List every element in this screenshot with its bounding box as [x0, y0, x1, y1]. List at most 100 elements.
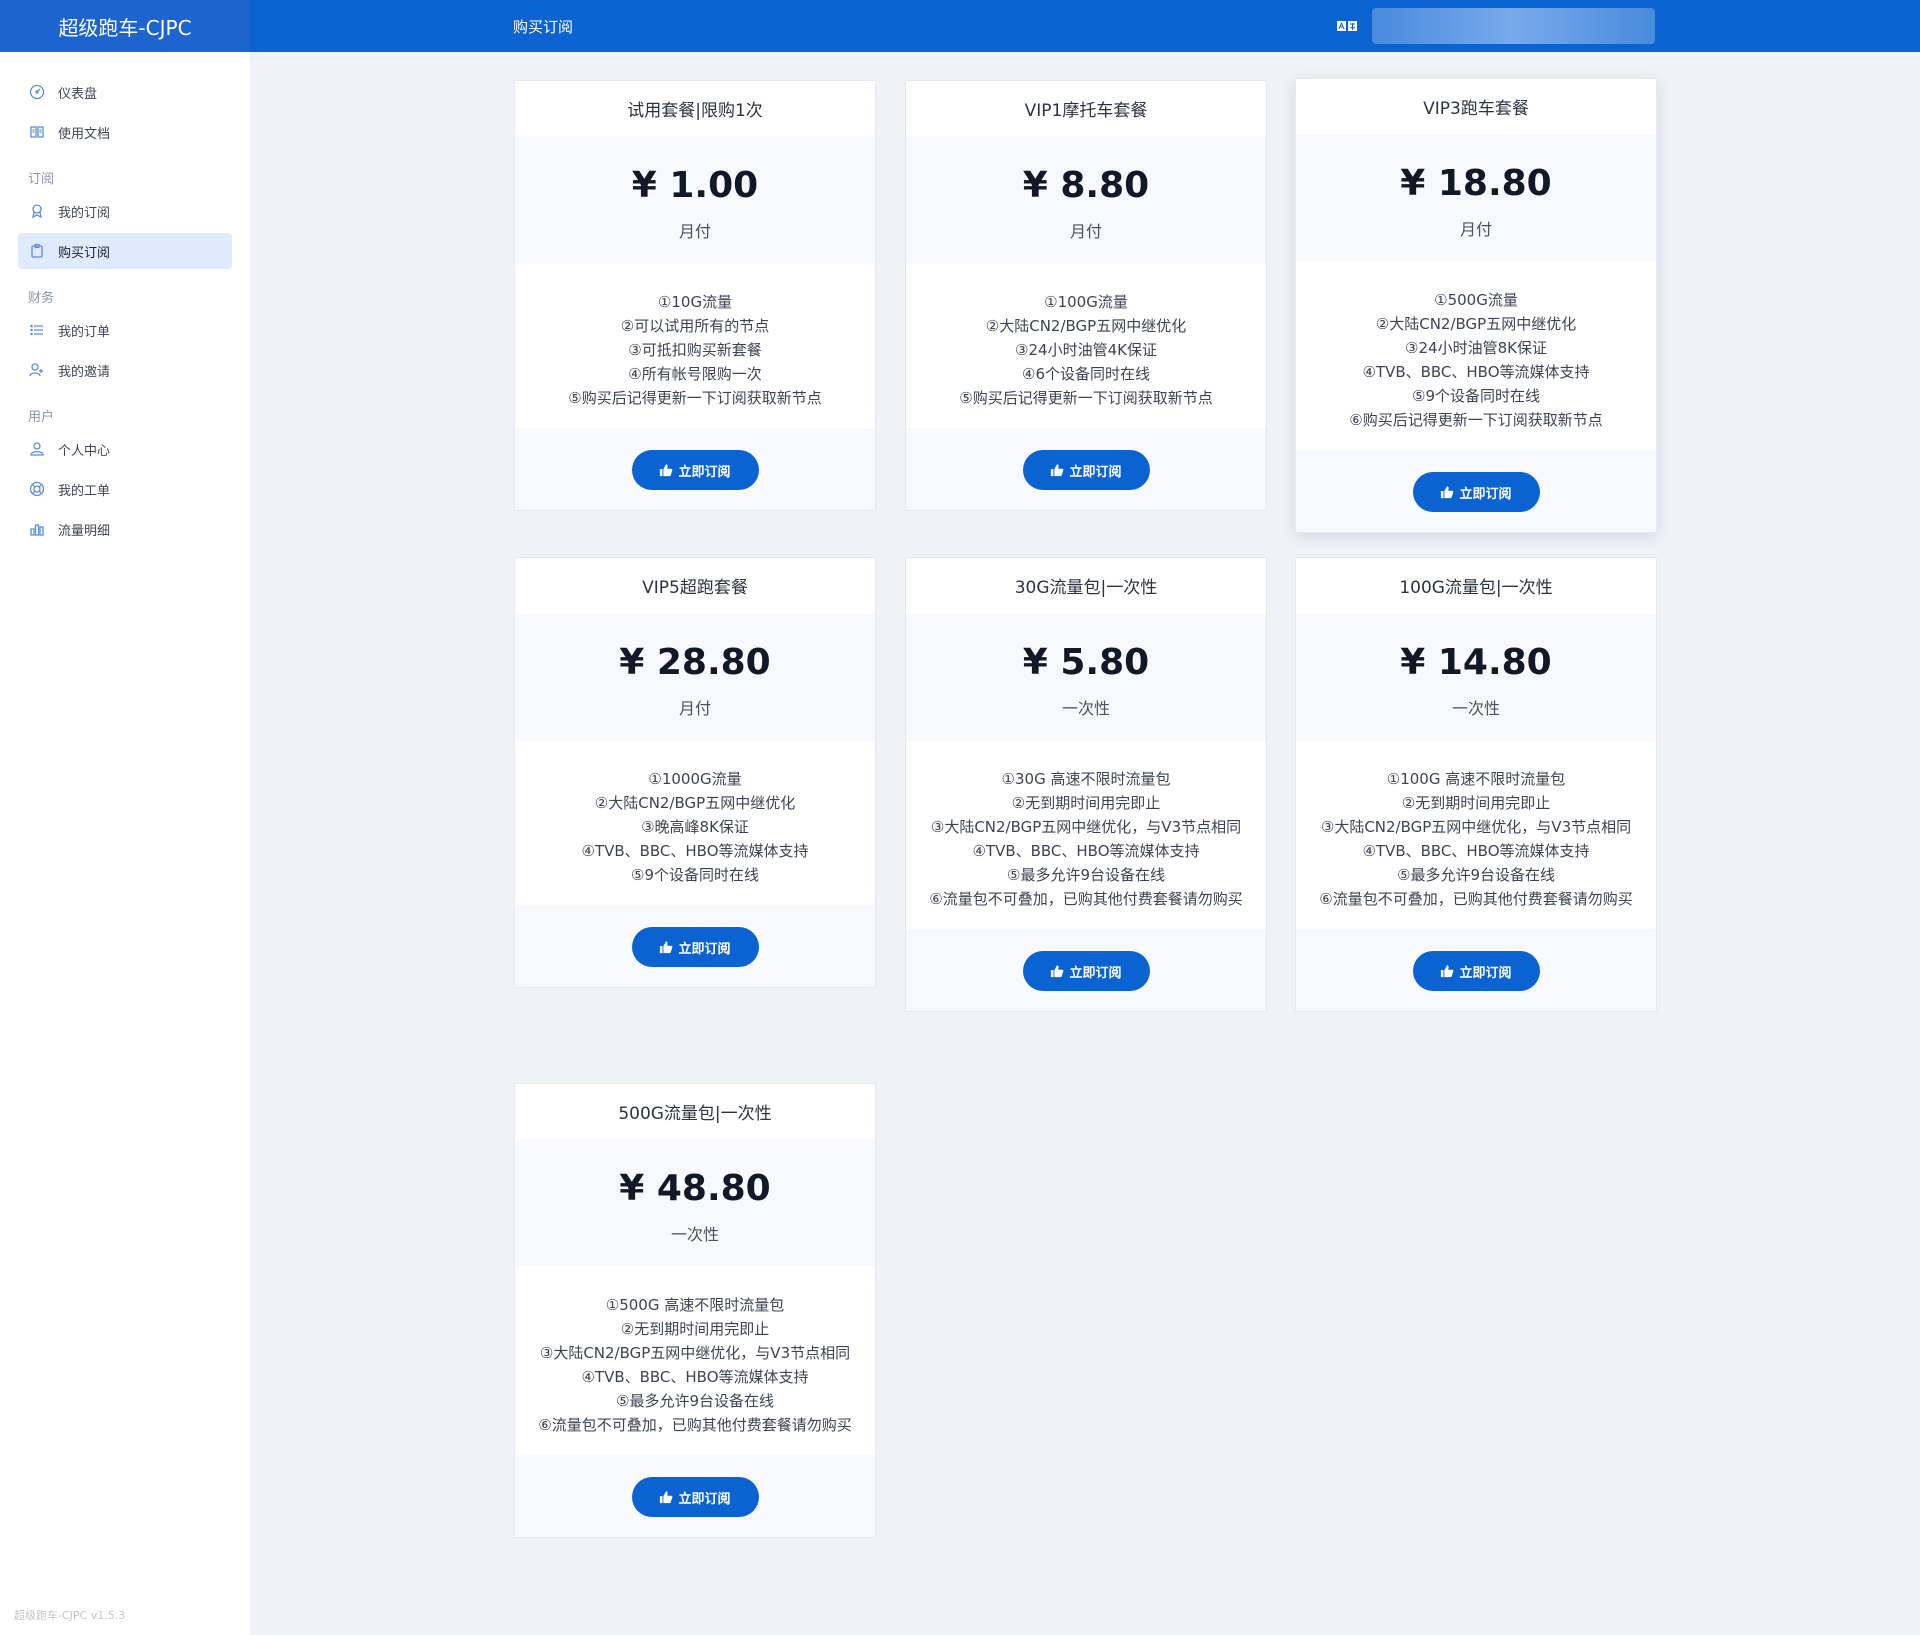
plan-card: VIP5超跑套餐 ¥ 28.80 月付 ①1000G流量 ②大陆CN2/BGP五网中继优… [514, 557, 876, 988]
subscribe-button-label: 立即订阅 [1459, 486, 1512, 502]
plan-feature-item: ②大陆CN2/BGP五网中继优化 [594, 794, 796, 812]
plan-feature-item: ⑤购买后记得更新一下订阅获取新节点 [568, 389, 822, 407]
user-icon [28, 440, 46, 458]
translate-icon[interactable] [1336, 19, 1358, 33]
subscribe-button-label: 立即订阅 [678, 1491, 731, 1507]
plan-feature-item: ②可以试用所有的节点 [620, 317, 770, 335]
plan-price: ¥ 5.80 [1022, 642, 1150, 683]
plan-features: ①10G流量 ②可以试用所有的节点 ③可抵扣购买新套餐 ④所有帐号限购一次 ⑤购买后记得… [515, 264, 875, 428]
sidebar-item-traffic[interactable]: 流量明细 [18, 511, 232, 547]
sidebar-group-title-user: 用户 [28, 410, 55, 425]
button-area: 立即订阅 [1296, 929, 1656, 1011]
button-area: 立即订阅 [515, 428, 875, 510]
plan-feature-item: ②无到期时间用完即止 [1011, 794, 1161, 812]
sidebar-item-my-orders[interactable]: 我的订单 [18, 312, 232, 348]
subscribe-button[interactable]: 立即订阅 [631, 1477, 759, 1517]
subscribe-button[interactable]: 立即订阅 [1022, 951, 1150, 991]
plan-features: ①30G 高速不限时流量包 ②无到期时间用完即止 ③大陆CN2/BGP五网中继优化，… [906, 741, 1266, 929]
sidebar-item-buy-subscription[interactable]: 购买订阅 [18, 233, 232, 269]
plan-features: ①100G流量 ②大陆CN2/BGP五网中继优化 ③24小时油管4K保证 ④6个设备同… [906, 264, 1266, 428]
sidebar-item-label: 使用文档 [58, 126, 111, 142]
plan-feature-item: ⑥流量包不可叠加，已购其他付费套餐请勿购买 [929, 890, 1243, 908]
button-area: 立即订阅 [515, 1455, 875, 1537]
plan-feature-item: ②大陆CN2/BGP五网中继优化 [1375, 315, 1577, 333]
plan-feature-item: ②无到期时间用完即止 [620, 1320, 770, 1338]
subscribe-button[interactable]: 立即订阅 [631, 450, 759, 490]
sidebar-item-label: 我的工单 [58, 483, 111, 499]
plan-price: ¥ 1.00 [631, 165, 759, 206]
sidebar-item-tickets[interactable]: 我的工单 [18, 471, 232, 507]
user-menu[interactable] [1372, 8, 1655, 44]
plan-title: 试用套餐|限购1次 [627, 101, 763, 121]
plan-period: 一次性 [1451, 699, 1500, 718]
plan-features: ①500G 高速不限时流量包 ②无到期时间用完即止 ③大陆CN2/BGP五网中继优化… [515, 1267, 875, 1455]
subscribe-button-label: 立即订阅 [678, 941, 731, 957]
plan-feature-item: ①1000G流量 [648, 770, 742, 788]
subscribe-button-label: 立即订阅 [1069, 464, 1122, 480]
plan-period: 月付 [678, 699, 711, 718]
brand-logo[interactable]: 超级跑车-CJPC [0, 0, 250, 52]
price-block: ¥ 8.80 月付 [906, 136, 1266, 264]
plan-feature-item: ①500G 高速不限时流量包 [605, 1296, 785, 1314]
sidebar-item-my-invites[interactable]: 我的邀请 [18, 352, 232, 388]
sidebar-item-label: 购买订阅 [58, 245, 111, 261]
plan-title: VIP3跑车套餐 [1423, 99, 1529, 119]
button-area: 立即订阅 [515, 905, 875, 987]
plan-feature-item: ④TVB、BBC、HBO等流媒体支持 [581, 842, 809, 860]
plan-feature-item: ①500G流量 [1434, 291, 1518, 309]
plan-title: VIP5超跑套餐 [642, 578, 748, 598]
plan-feature-item: ①10G流量 [657, 293, 733, 311]
sidebar-item-dashboard[interactable]: 仪表盘 [18, 74, 232, 110]
thumbs-up-icon [660, 1491, 673, 1504]
book-icon [28, 123, 46, 141]
sidebar-group-title-finance: 财务 [28, 291, 55, 306]
sidebar-item-label: 我的订阅 [58, 205, 111, 221]
plan-feature-item: ⑤购买后记得更新一下订阅获取新节点 [959, 389, 1213, 407]
plan-period: 月付 [1069, 222, 1102, 241]
plan-feature-item: ③晚高峰8K保证 [641, 818, 749, 836]
plan-feature-item: ⑤最多允许9台设备在线 [1007, 866, 1165, 884]
subscribe-button[interactable]: 立即订阅 [631, 927, 759, 967]
plan-feature-item: ①100G流量 [1044, 293, 1128, 311]
subscribe-button-label: 立即订阅 [678, 464, 731, 480]
subscribe-button-label: 立即订阅 [1069, 965, 1122, 981]
price-block: ¥ 48.80 一次性 [515, 1139, 875, 1267]
list-icon [28, 321, 46, 339]
plan-period: 一次性 [670, 1225, 719, 1244]
subscribe-button[interactable]: 立即订阅 [1022, 450, 1150, 490]
invite-icon [28, 361, 46, 379]
sidebar-item-label: 我的邀请 [58, 364, 111, 380]
price-block: ¥ 14.80 一次性 [1296, 613, 1656, 741]
plan-feature-item: ⑤最多允许9台设备在线 [1397, 866, 1555, 884]
subscription-icon [28, 202, 46, 220]
plan-feature-item: ①30G 高速不限时流量包 [1001, 770, 1171, 788]
plan-title: 100G流量包|一次性 [1399, 578, 1553, 598]
price-block: ¥ 28.80 月付 [515, 613, 875, 741]
thumbs-up-icon [1051, 464, 1064, 477]
version-text: 超级跑车-CJPC v1.5.3 [14, 1609, 126, 1622]
thumbs-up-icon [660, 941, 673, 954]
plan-card: VIP1摩托车套餐 ¥ 8.80 月付 ①100G流量 ②大陆CN2/BGP五网中继优化… [905, 80, 1267, 511]
plan-price: ¥ 48.80 [619, 1168, 771, 1209]
thumbs-up-icon [1051, 965, 1064, 978]
plan-features: ①100G 高速不限时流量包 ②无到期时间用完即止 ③大陆CN2/BGP五网中继优化… [1296, 741, 1656, 929]
sidebar-item-my-subscription[interactable]: 我的订阅 [18, 193, 232, 229]
plan-price: ¥ 8.80 [1022, 165, 1150, 206]
subscribe-button[interactable]: 立即订阅 [1412, 472, 1540, 512]
clipboard-icon [28, 242, 46, 260]
subscribe-button[interactable]: 立即订阅 [1412, 951, 1540, 991]
price-block: ¥ 5.80 一次性 [906, 613, 1266, 741]
sidebar-item-profile[interactable]: 个人中心 [18, 431, 232, 467]
plan-title: 500G流量包|一次性 [618, 1104, 772, 1124]
plan-feature-item: ③大陆CN2/BGP五网中继优化，与V3节点相同 [1320, 818, 1632, 836]
plan-feature-item: ③24小时油管8K保证 [1405, 339, 1547, 357]
plan-card: 30G流量包|一次性 ¥ 5.80 一次性 ①30G 高速不限时流量包 ②无到期时间用完… [905, 557, 1267, 1012]
plan-feature-item: ④TVB、BBC、HBO等流媒体支持 [1362, 363, 1590, 381]
sidebar-item-label: 仪表盘 [58, 86, 98, 102]
plan-features: ①1000G流量 ②大陆CN2/BGP五网中继优化 ③晚高峰8K保证 ④TVB、BBC… [515, 741, 875, 905]
plan-feature-item: ②大陆CN2/BGP五网中继优化 [985, 317, 1187, 335]
sidebar-item-docs[interactable]: 使用文档 [18, 114, 232, 150]
thumbs-up-icon [660, 464, 673, 477]
plan-feature-item: ⑤9个设备同时在线 [1412, 387, 1540, 405]
sidebar-group-title-subscription: 订阅 [28, 172, 55, 187]
